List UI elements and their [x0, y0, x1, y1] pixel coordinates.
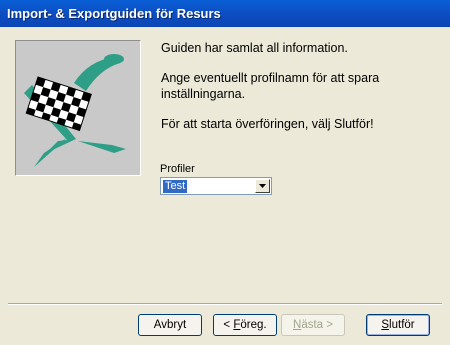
- cancel-button-label: Avbryt: [153, 319, 187, 331]
- profile-label: Profiler: [160, 163, 195, 175]
- back-button-prefix: <: [223, 319, 234, 331]
- separator: [8, 303, 442, 305]
- finish-button[interactable]: Slutför: [366, 314, 430, 336]
- info-message: Guiden har samlat all information.: [161, 41, 348, 55]
- profile-selected-value[interactable]: Test: [163, 180, 188, 193]
- profile-hint-message: Ange eventuellt profilnamn för att spara…: [161, 71, 380, 101]
- profile-dropdown-button[interactable]: [255, 179, 270, 193]
- finish-button-mnemonic: S: [381, 319, 390, 331]
- wizard-image: [15, 40, 141, 176]
- checkered-flag-icon: [24, 54, 126, 167]
- next-button[interactable]: Nästa >: [281, 314, 345, 336]
- back-button[interactable]: < Föreg.: [213, 314, 277, 336]
- finish-instruction-message: För att starta överföringen, välj Slutfö…: [161, 117, 374, 131]
- finish-button-label: lutför: [389, 319, 415, 331]
- chevron-down-icon: [259, 184, 266, 188]
- wizard-dialog: Import- & Exportguiden för Resurs Guiden…: [0, 0, 450, 345]
- window-title: Import- & Exportguiden för Resurs: [7, 6, 221, 21]
- next-button-label: ästa >: [301, 319, 333, 331]
- title-bar[interactable]: Import- & Exportguiden för Resurs: [0, 0, 450, 27]
- back-button-label: öreg.: [240, 319, 267, 331]
- cancel-button[interactable]: Avbryt: [138, 314, 202, 336]
- profile-combobox[interactable]: Test: [160, 177, 272, 195]
